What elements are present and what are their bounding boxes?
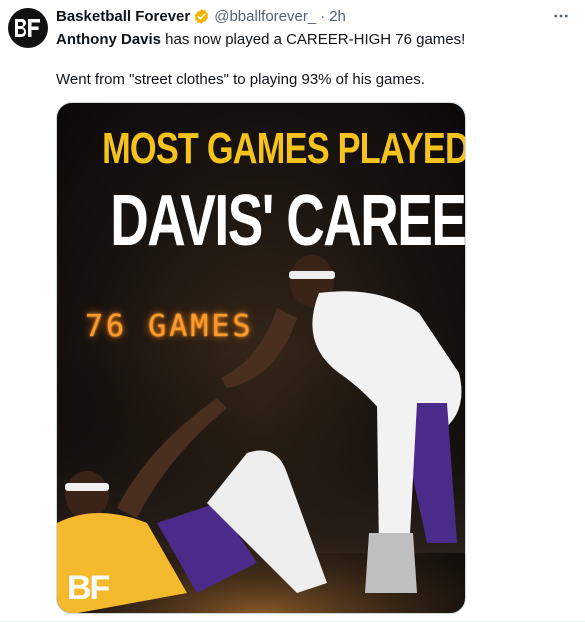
separator-dot: · <box>320 7 326 25</box>
tweet-text-line-2: Went from "street clothes" to playing 93… <box>56 71 425 88</box>
tweet-header: Basketball Forever @bballforever_ · 2h <box>56 6 346 26</box>
tweet[interactable]: Basketball Forever @bballforever_ · 2h A… <box>0 0 585 622</box>
tweet-text-rest: has now played a CAREER-HIGH 76 games! <box>161 31 466 48</box>
tweet-text-bold: Anthony Davis <box>56 31 162 48</box>
avatar[interactable] <box>8 8 48 48</box>
scoreboard-text: 76 GAMES <box>85 309 254 344</box>
bf-logo-icon <box>15 19 40 37</box>
author-name[interactable]: Basketball Forever <box>56 8 190 25</box>
headline-top: MOST GAMES PLAYED IN <box>102 124 466 173</box>
photo-scene <box>57 255 465 613</box>
tweet-image[interactable]: MOST GAMES PLAYED IN DAVIS' CAREER 76 GA… <box>56 102 466 614</box>
watermark-logo: BF <box>67 569 110 607</box>
headline-bottom: DAVIS' CAREER <box>110 181 466 261</box>
timestamp[interactable]: 2h <box>329 8 346 25</box>
tweet-text-line-1: Anthony Davis has now played a CAREER-HI… <box>56 30 566 50</box>
tweet-text: Anthony Davis has now played a CAREER-HI… <box>56 30 566 90</box>
verified-badge-icon[interactable] <box>193 8 210 25</box>
author-handle[interactable]: @bballforever_ <box>214 8 316 25</box>
more-options-icon[interactable] <box>551 6 571 26</box>
